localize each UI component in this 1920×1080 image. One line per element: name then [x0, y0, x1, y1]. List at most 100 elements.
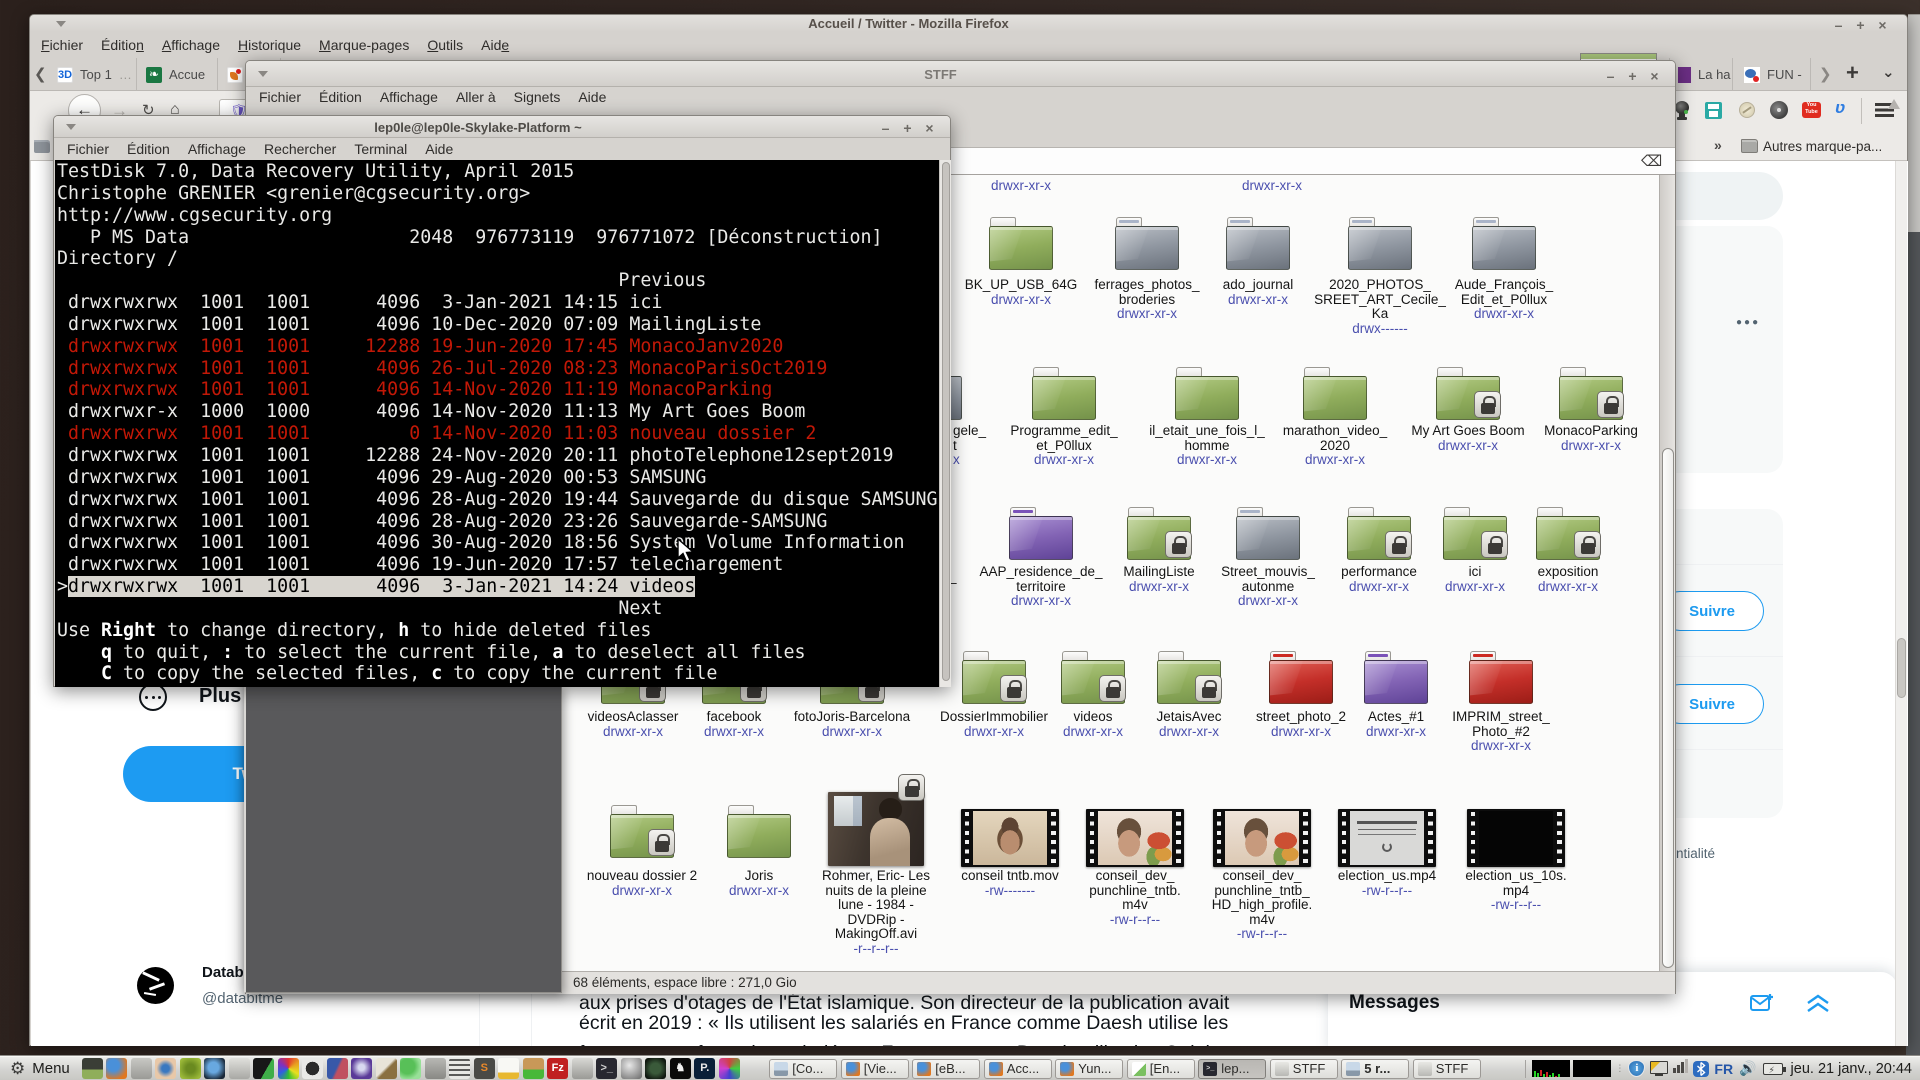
menu-affichage[interactable]: Affichage: [153, 37, 229, 53]
new-message-icon[interactable]: [1750, 992, 1774, 1019]
taskbar-window-button[interactable]: STFF: [1412, 1058, 1481, 1079]
volume-icon[interactable]: 🔊: [1739, 1060, 1756, 1077]
file-item[interactable]: marathon_video_ 2020 drwxr-xr-x: [1265, 423, 1405, 468]
calculator-launcher-icon[interactable]: [449, 1058, 471, 1079]
file-item[interactable]: conseil tntb.mov -rw-------: [940, 868, 1080, 898]
film-reel-icon[interactable]: [1770, 101, 1788, 119]
headphones-audio-launcher-icon[interactable]: [351, 1058, 373, 1079]
folder-icon[interactable]: [1469, 651, 1533, 704]
file-item[interactable]: Aude_François_ Edit_et_P0llux drwxr-xr-x: [1434, 277, 1574, 322]
folder-icon[interactable]: [1347, 507, 1412, 560]
battery-icon[interactable]: ⚡: [1762, 1062, 1786, 1075]
terminal-scrollbar[interactable]: [939, 160, 951, 687]
firewall-tray-icon[interactable]: i: [1628, 1060, 1646, 1077]
video-file-icon[interactable]: [1086, 809, 1184, 867]
file-item[interactable]: MonacoParking drwxr-xr-x: [1521, 423, 1659, 453]
menu-terminal[interactable]: Terminal: [345, 141, 416, 157]
taskbar-window-button[interactable]: [Vie...: [840, 1058, 909, 1079]
maximize-icon[interactable]: +: [1854, 18, 1867, 32]
folder-icon[interactable]: [1157, 651, 1222, 704]
menu-aide[interactable]: Aide: [416, 141, 462, 157]
folder-icon[interactable]: [1303, 367, 1367, 420]
filezilla-launcher-icon[interactable]: Fz: [547, 1058, 569, 1079]
color-pinwheel-launcher-icon[interactable]: [277, 1058, 299, 1079]
privacy-link-fragment[interactable]: ntialité: [1676, 846, 1715, 861]
filemanager-scrollbar-thumb[interactable]: [1661, 448, 1674, 968]
clear-input-icon[interactable]: ⌫: [1641, 152, 1662, 171]
file-item[interactable]: il_etait_une_fois_l_ homme drwxr-xr-x: [1137, 423, 1277, 468]
vine-icon[interactable]: ʋ: [1835, 98, 1845, 118]
video-file-icon[interactable]: [828, 774, 925, 866]
tab-laha[interactable]: La hai: [1669, 58, 1733, 91]
firefox-scrollbar[interactable]: [1895, 161, 1907, 1046]
folder-icon[interactable]: [1009, 507, 1073, 560]
tab-fun[interactable]: FUN -: [1736, 58, 1811, 91]
tab-list-icon[interactable]: ⌄: [1882, 63, 1895, 81]
folder-icon[interactable]: [1127, 507, 1192, 560]
terminal-screen[interactable]: TestDisk 7.0, Data Recovery Utility, Apr…: [55, 160, 939, 687]
file-item[interactable]: election_us_10s. mp4 -rw-r--r--: [1446, 868, 1586, 913]
molecules-launcher-icon[interactable]: [400, 1058, 422, 1079]
menu-fichier[interactable]: Fichier: [58, 141, 118, 157]
terminal-scrollbar-thumb[interactable]: [941, 162, 950, 681]
terminal-emulator-launcher-icon[interactable]: >_: [596, 1058, 618, 1079]
menu-outils[interactable]: Outils: [418, 37, 472, 53]
spiral-player-launcher-icon[interactable]: [179, 1058, 201, 1079]
file-item[interactable]: Programme_edit_ et_P0llux drwxr-xr-x: [994, 423, 1134, 468]
screen-reader-launcher-icon[interactable]: [130, 1058, 152, 1079]
close-icon[interactable]: ×: [923, 121, 936, 135]
bookmark-folder-icon[interactable]: [34, 140, 50, 153]
folder-icon[interactable]: [1348, 217, 1412, 270]
sublime-text-launcher-icon[interactable]: S: [473, 1058, 495, 1079]
other-bookmarks-label[interactable]: Autres marque-pa...: [1763, 139, 1882, 154]
video-file-icon[interactable]: [961, 809, 1059, 867]
text-editor-launcher-icon[interactable]: [498, 1058, 520, 1079]
package-download-launcher-icon[interactable]: [522, 1058, 544, 1079]
menu-aide[interactable]: Aide: [472, 37, 518, 53]
file-item[interactable]: conseil_dev_ punchline_tntb. m4v -rw-r--r--: [1065, 868, 1205, 927]
firefox-launcher-icon[interactable]: [106, 1058, 128, 1079]
folder-icon[interactable]: [989, 217, 1053, 270]
menu-fichier[interactable]: Fichier: [250, 89, 310, 105]
filemanager-scrollbar[interactable]: [1659, 175, 1675, 971]
maximize-icon[interactable]: +: [901, 121, 914, 135]
hamburger-menu-icon[interactable]: [1875, 99, 1900, 118]
film-editor-launcher-icon[interactable]: [326, 1058, 348, 1079]
music-player-launcher-icon[interactable]: [253, 1058, 275, 1079]
tab-accueil[interactable]: ❧ Accue: [138, 58, 218, 91]
minimize-icon[interactable]: –: [879, 121, 892, 135]
firefox-scrollbar-thumb[interactable]: [1897, 638, 1906, 698]
folder-icon[interactable]: [1061, 651, 1126, 704]
system-monitor-net[interactable]: [1573, 1060, 1612, 1077]
photoshop-launcher-icon[interactable]: P.: [694, 1058, 716, 1079]
new-tab-icon[interactable]: +: [1846, 60, 1859, 86]
system-monitor-cpu[interactable]: [1532, 1060, 1571, 1077]
file-item[interactable]: conseil_dev_ punchline_tntb_ HD_high_profi…: [1192, 868, 1332, 942]
twitter-plus-label[interactable]: Plus: [199, 685, 241, 708]
menu-marquepages[interactable]: Marque-pages: [310, 37, 418, 53]
file-item[interactable]: ado_journal drwxr-xr-x: [1188, 277, 1328, 307]
file-item[interactable]: fotoJoris-Barcelona drwxr-xr-x: [782, 709, 922, 739]
menu-affichage[interactable]: Affichage: [179, 141, 255, 157]
folder-icon[interactable]: [1472, 217, 1536, 270]
folder-icon[interactable]: [1226, 217, 1290, 270]
display-settings-launcher-icon[interactable]: [571, 1058, 593, 1079]
tab-scroll-right-icon[interactable]: ❯: [1819, 65, 1832, 83]
twitter-profile-avatar[interactable]: [137, 967, 174, 1004]
expand-messages-icon[interactable]: [1805, 992, 1831, 1019]
folder-icon[interactable]: [1269, 651, 1333, 704]
file-item[interactable]: 2020_PHOTOS_ SREET_ART_Cecile_ Ka drwx-----…: [1310, 277, 1450, 336]
bluetooth-icon[interactable]: [1693, 1060, 1710, 1077]
minimize-icon[interactable]: –: [1832, 18, 1845, 32]
file-item[interactable]: exposition drwxr-xr-x: [1498, 564, 1638, 594]
twitter-more-icon[interactable]: [139, 683, 167, 711]
folder-icon[interactable]: [1236, 507, 1300, 560]
save-icon[interactable]: [1705, 102, 1722, 119]
menu-dition[interactable]: Édition: [310, 89, 371, 105]
taskbar-window-button[interactable]: Acc...: [983, 1058, 1052, 1079]
notes-grey-launcher-icon[interactable]: [228, 1058, 250, 1079]
file-item[interactable]: My Art Goes Boom drwxr-xr-x: [1398, 423, 1538, 453]
unity3d-launcher-icon[interactable]: [302, 1058, 324, 1079]
menu-aide[interactable]: Aide: [569, 89, 615, 105]
tab-scroll-left-icon[interactable]: ❮: [34, 65, 47, 83]
